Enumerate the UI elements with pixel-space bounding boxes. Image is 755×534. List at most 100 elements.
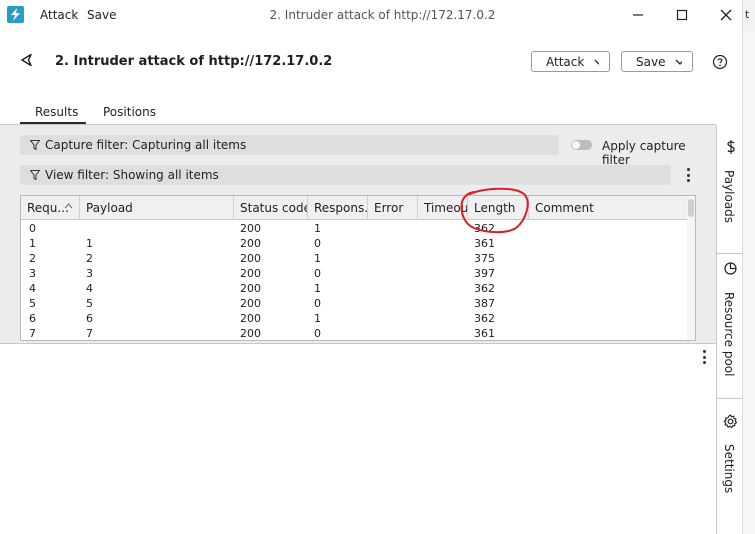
detail-options-icon[interactable]: [701, 350, 707, 364]
column-header-response[interactable]: Respons...: [308, 196, 368, 220]
more-options-icon[interactable]: [685, 168, 691, 182]
sort-ascending-icon: [64, 203, 73, 209]
side-item-payloads[interactable]: Payloads: [717, 125, 743, 253]
apply-capture-filter-toggle[interactable]: [571, 140, 592, 150]
page-title: 2. Intruder attack of http://172.17.0.2: [55, 54, 333, 69]
cell-length: 397: [474, 267, 495, 280]
view-filter-label: View filter: Showing all items: [45, 168, 219, 182]
column-header-status-code[interactable]: Status code: [234, 196, 308, 220]
cell-length: 362: [474, 312, 495, 325]
cell-status-code: 200: [240, 267, 261, 280]
chevron-down-icon: [594, 59, 599, 65]
cell-response: 0: [314, 267, 321, 280]
table-row[interactable]: 5 5 200 0 387: [21, 296, 687, 311]
side-item-payloads-label: Payloads: [722, 170, 736, 224]
capture-filter-bar[interactable]: Capture filter: Capturing all items: [20, 135, 559, 155]
column-header-error[interactable]: Error: [368, 196, 418, 220]
active-tab-indicator: [20, 122, 86, 124]
results-panel: Capture filter: Capturing all items Appl…: [0, 125, 716, 343]
cell-request: 3: [29, 267, 36, 280]
cell-status-code: 200: [240, 222, 261, 235]
cell-status-code: 200: [240, 252, 261, 265]
attack-button-label: Attack: [546, 54, 585, 69]
adjacent-window-body: [742, 31, 755, 534]
table-row[interactable]: 2 2 200 1 375: [21, 251, 687, 266]
cell-response: 1: [314, 252, 321, 265]
attack-dropdown-button[interactable]: Attack: [531, 51, 610, 72]
table-scrollbar[interactable]: [687, 196, 695, 340]
apply-capture-filter-label: Apply capture filter: [602, 139, 686, 167]
column-header-comment[interactable]: Comment: [529, 196, 687, 220]
filter-icon: [30, 140, 40, 150]
table-row[interactable]: 1 1 200 0 361: [21, 236, 687, 251]
adjacent-window-text: t: [745, 8, 750, 21]
cell-request: 4: [29, 282, 36, 295]
cell-length: 387: [474, 297, 495, 310]
table-row[interactable]: 6 6 200 1 362: [21, 311, 687, 326]
maximize-button[interactable]: [671, 4, 693, 26]
cell-response: 1: [314, 222, 321, 235]
results-table: Requ... Payload Status code Respons... E…: [20, 195, 696, 341]
tab-positions[interactable]: Positions: [103, 105, 156, 119]
minimize-button[interactable]: [627, 4, 649, 26]
cell-length: 362: [474, 222, 495, 235]
cell-payload: 2: [86, 252, 93, 265]
save-button-label: Save: [636, 54, 666, 69]
detail-panel: [0, 343, 716, 534]
cell-response: 0: [314, 327, 321, 340]
cell-status-code: 200: [240, 282, 261, 295]
cell-response: 0: [314, 297, 321, 310]
cell-payload: 7: [86, 327, 93, 340]
cell-request: 6: [29, 312, 36, 325]
cell-length: 361: [474, 237, 495, 250]
gear-icon: [723, 414, 738, 429]
column-header-length[interactable]: Length: [468, 196, 529, 220]
cell-response: 1: [314, 282, 321, 295]
tab-bar: Results Positions: [0, 100, 716, 125]
column-header-payload[interactable]: Payload: [80, 196, 234, 220]
cell-payload: 6: [86, 312, 93, 325]
cell-status-code: 200: [240, 297, 261, 310]
cell-request: 5: [29, 297, 36, 310]
cell-status-code: 200: [240, 237, 261, 250]
cell-request: 7: [29, 327, 36, 340]
side-item-settings-label: Settings: [722, 444, 736, 494]
table-header: Requ... Payload Status code Respons... E…: [21, 196, 687, 220]
cell-payload: 4: [86, 282, 93, 295]
back-icon[interactable]: [19, 52, 35, 71]
column-header-request[interactable]: Requ...: [21, 196, 80, 220]
side-item-resource-pool-label: Resource pool: [722, 292, 736, 377]
pie-chart-icon: [724, 262, 737, 275]
help-icon[interactable]: [712, 54, 728, 73]
cell-request: 1: [29, 237, 36, 250]
table-row[interactable]: 4 4 200 1 362: [21, 281, 687, 296]
cell-payload: 5: [86, 297, 93, 310]
cell-response: 0: [314, 237, 321, 250]
side-panel: Payloads Resource pool Settings: [716, 125, 743, 534]
cell-request: 0: [29, 222, 36, 235]
cell-length: 375: [474, 252, 495, 265]
capture-filter-label: Capture filter: Capturing all items: [45, 138, 247, 152]
cell-payload: 1: [86, 237, 93, 250]
tab-results[interactable]: Results: [35, 105, 78, 119]
column-header-timeout[interactable]: Timeout: [418, 196, 468, 220]
table-row[interactable]: 0 200 1 362: [21, 221, 687, 236]
save-dropdown-button[interactable]: Save: [621, 51, 693, 72]
dollar-icon: [727, 140, 735, 154]
table-row[interactable]: 7 7 200 0 361: [21, 326, 687, 340]
title-bar: Attack Save 2. Intruder attack of http:/…: [0, 0, 755, 31]
filter-icon: [30, 170, 40, 180]
side-item-resource-pool[interactable]: Resource pool: [717, 254, 743, 398]
page-header: 2. Intruder attack of http://172.17.0.2 …: [0, 40, 742, 84]
view-filter-bar[interactable]: View filter: Showing all items: [20, 165, 671, 185]
cell-response: 1: [314, 312, 321, 325]
cell-status-code: 200: [240, 312, 261, 325]
table-scrollbar-thumb[interactable]: [688, 199, 694, 217]
cell-request: 2: [29, 252, 36, 265]
close-button[interactable]: [715, 4, 737, 26]
side-item-settings[interactable]: Settings: [717, 399, 743, 534]
cell-length: 362: [474, 282, 495, 295]
cell-status-code: 200: [240, 327, 261, 340]
table-row[interactable]: 3 3 200 0 397: [21, 266, 687, 281]
cell-payload: 3: [86, 267, 93, 280]
